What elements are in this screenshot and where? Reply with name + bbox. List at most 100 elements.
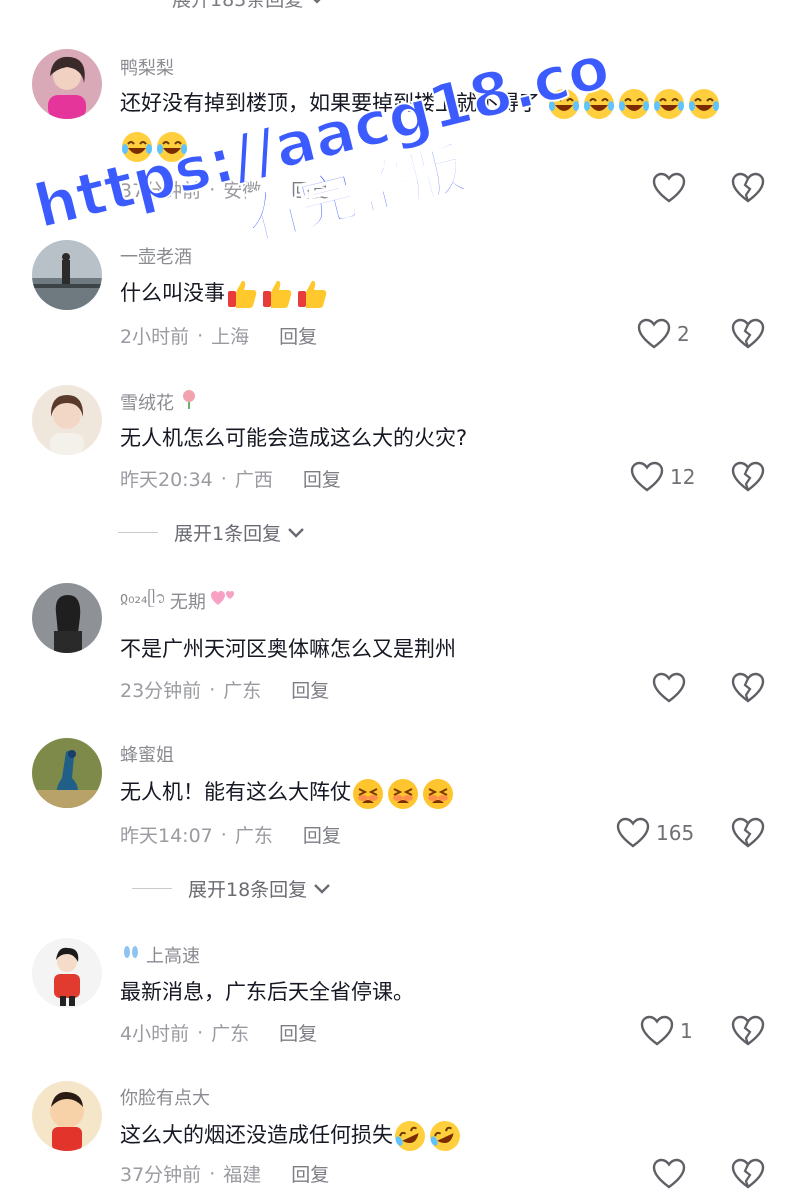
comment-text: 这么大的烟还没造成任何损失	[120, 1115, 760, 1155]
broken-heart-icon	[731, 817, 765, 848]
divider-line	[132, 888, 172, 889]
expand-replies-label: 展开183条回复	[172, 0, 303, 12]
dislike-button[interactable]	[731, 318, 765, 352]
laughing-tears-emoji-icon	[540, 89, 722, 119]
dislike-button[interactable]	[731, 172, 765, 206]
heart-icon	[652, 672, 686, 703]
footprints-icon	[120, 941, 142, 968]
comment-text: 无人机！能有这么大阵仗	[120, 772, 760, 812]
avatar[interactable]	[32, 385, 102, 455]
username[interactable]: ჲ₀₂₄ᥫ᭡ 无期	[120, 586, 238, 615]
rolling-laughing-emoji-icon	[393, 1121, 463, 1151]
username[interactable]: 你脸有点大	[120, 1084, 210, 1110]
chevron-down-icon	[314, 883, 331, 894]
comment-text-continued	[120, 126, 760, 166]
expand-replies-button[interactable]: 展开18条回复	[132, 875, 331, 902]
username[interactable]: 雪绒花	[120, 388, 200, 415]
avatar[interactable]	[32, 938, 102, 1008]
comment-text: 不是广州天河区奥体嘛怎么又是荆州	[120, 637, 456, 661]
heart-icon	[616, 817, 650, 848]
comment-text: 最新消息，广东后天全省停课。	[120, 980, 414, 1004]
comment-location: 广东	[234, 825, 273, 847]
broken-heart-icon	[731, 172, 765, 203]
like-count: 165	[656, 821, 695, 845]
username-text: 上高速	[146, 945, 200, 967]
heart-icon	[630, 461, 664, 492]
username[interactable]: 鸭梨梨	[120, 54, 174, 80]
chevron-down-icon	[309, 0, 325, 9]
chevron-down-icon	[288, 527, 304, 538]
pink-hearts-icon	[210, 587, 238, 614]
expand-replies-button[interactable]: 展开1条回复	[118, 519, 305, 546]
heart-icon	[637, 318, 671, 349]
broken-heart-icon	[731, 461, 765, 492]
comment-location: 安徽	[223, 180, 262, 202]
username[interactable]: 蜂蜜姐	[120, 741, 174, 767]
like-button[interactable]	[652, 172, 692, 204]
laughing-tears-emoji-icon	[120, 132, 190, 162]
username-text: 无期	[169, 591, 206, 613]
like-count: 2	[677, 322, 690, 346]
like-button[interactable]	[652, 1158, 692, 1190]
comment-time: 23分钟前	[120, 680, 202, 702]
like-button[interactable]: 165	[616, 817, 694, 849]
like-button[interactable]: 1	[640, 1015, 693, 1047]
decorative-symbols-icon: ჲ₀₂₄ᥫ᭡	[120, 588, 166, 607]
comment-location: 广东	[211, 1023, 250, 1045]
thumbs-up-emoji-icon	[225, 280, 330, 308]
reply-button[interactable]: 回复	[279, 1019, 317, 1046]
crying-face-emoji-icon	[351, 779, 456, 809]
dislike-button[interactable]	[731, 1015, 765, 1049]
comment-meta: 4小时前 · 广东 回复	[120, 1019, 317, 1046]
dislike-button[interactable]	[731, 1158, 765, 1192]
divider-line	[118, 532, 158, 533]
username[interactable]: 一壶老酒	[120, 243, 192, 269]
comment-text: 什么叫没事	[120, 273, 760, 313]
dislike-button[interactable]	[731, 817, 765, 851]
comment-time: 2小时前	[120, 326, 190, 348]
like-count: 12	[670, 465, 696, 489]
dislike-button[interactable]	[731, 672, 765, 706]
expand-replies-label: 展开1条回复	[174, 523, 282, 545]
reply-button[interactable]: 回复	[303, 821, 341, 848]
comment-location: 上海	[211, 326, 250, 348]
like-count: 1	[680, 1019, 693, 1043]
expand-replies-label: 展开18条回复	[188, 879, 308, 901]
comment-meta: 昨天14:07 · 广东 回复	[120, 821, 341, 848]
username-text: 雪绒花	[120, 392, 174, 414]
like-button[interactable]: 12	[630, 461, 695, 493]
like-button[interactable]	[652, 672, 692, 704]
heart-icon	[652, 1158, 686, 1189]
comment-time: 昨天14:07	[120, 825, 213, 847]
avatar[interactable]	[32, 1081, 102, 1151]
comment-meta: 23分钟前 · 广东 回复	[120, 676, 329, 703]
avatar[interactable]	[32, 240, 102, 310]
broken-heart-icon	[731, 1015, 765, 1046]
username[interactable]: 上高速	[120, 941, 200, 968]
broken-heart-icon	[731, 1158, 765, 1189]
reply-button[interactable]: 回复	[279, 322, 317, 349]
comment-meta: 37分钟前 · 安徽 回复	[120, 176, 329, 203]
like-button[interactable]: 2	[637, 318, 690, 350]
comment-text: 无人机怎么可能会造成这么大的火灾?	[120, 426, 468, 450]
comment-meta: 昨天20:34 · 广西 回复	[120, 465, 341, 492]
comment-time: 4小时前	[120, 1023, 190, 1045]
avatar[interactable]	[32, 738, 102, 808]
broken-heart-icon	[731, 318, 765, 349]
avatar[interactable]	[32, 49, 102, 119]
reply-button[interactable]: 回复	[303, 465, 341, 492]
reply-button[interactable]: 回复	[291, 676, 329, 703]
comment-location: 广东	[223, 680, 262, 702]
comment-location: 广西	[234, 469, 273, 491]
broken-heart-icon	[731, 672, 765, 703]
expand-replies-button[interactable]: 展开183条回复	[172, 0, 325, 12]
comment-text: 还好没有掉到楼顶，如果要掉到楼上就不得了	[120, 83, 760, 123]
comment-meta: 2小时前 · 上海 回复	[120, 322, 317, 349]
heart-icon	[652, 172, 686, 203]
comment-time: 昨天20:34	[120, 469, 213, 491]
comment-time: 37分钟前	[120, 180, 202, 202]
dislike-button[interactable]	[731, 461, 765, 495]
rose-icon	[178, 388, 200, 415]
reply-button[interactable]: 回复	[291, 176, 329, 203]
avatar[interactable]	[32, 583, 102, 653]
